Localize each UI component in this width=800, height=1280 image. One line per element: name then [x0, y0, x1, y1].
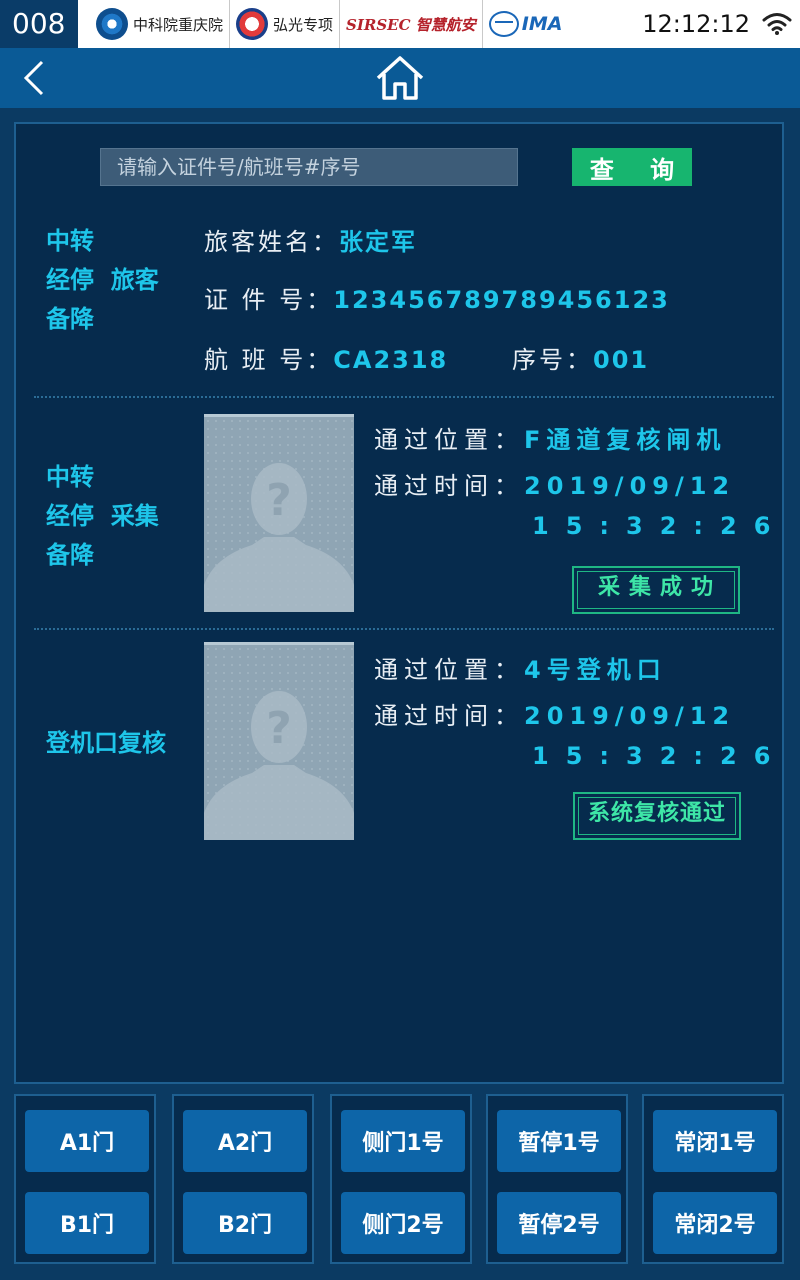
gate-time: 15:32:26	[532, 742, 788, 770]
svg-text:?: ?	[266, 475, 292, 526]
capture-time: 15:32:26	[532, 512, 788, 540]
capture-photo: ?	[204, 414, 354, 612]
query-button[interactable]: 查 询	[572, 148, 692, 186]
sirsec-logo: SIRSEC 智慧航安	[340, 0, 483, 48]
id-number-label: 证 件 号：	[204, 286, 334, 314]
gate-button-group: 暂停1号 暂停2号	[486, 1094, 628, 1264]
capture-location: F通道复核闸机	[524, 426, 727, 454]
capture-location-row: 通过位置：F通道复核闸机	[374, 420, 726, 455]
gate-location-row: 通过位置：4号登机口	[374, 650, 667, 685]
partner-logos: 中科院重庆院 弘光专项 SIRSEC 智慧航安 IMA	[90, 0, 568, 48]
ima-logo: IMA	[483, 0, 569, 48]
home-icon[interactable]	[374, 54, 426, 102]
search-input[interactable]	[100, 148, 518, 186]
seq-number: 001	[593, 346, 650, 374]
gate-button-group: A1门 B1门	[14, 1094, 156, 1264]
divider	[34, 628, 774, 630]
honggguang-logo: 弘光专项	[230, 0, 341, 48]
gate-a1-button[interactable]: A1门	[25, 1110, 149, 1172]
gate-button-group: 侧门1号 侧门2号	[330, 1094, 472, 1264]
gate-a2-button[interactable]: A2门	[183, 1110, 307, 1172]
seq-row: 序号：001	[512, 340, 649, 375]
gate-time-label: 通过时间：	[374, 702, 524, 730]
gate-time-row: 通过时间：2019/09/12	[374, 696, 735, 731]
gate-status-badge: 系统复核通过	[573, 792, 741, 840]
clock: 12:12:12	[642, 10, 750, 38]
cas-emblem-icon	[96, 8, 128, 40]
id-number-row: 证 件 号：123456789789456123	[204, 280, 670, 315]
back-icon[interactable]	[18, 60, 54, 96]
nav-bar	[0, 48, 800, 108]
pause-1-button[interactable]: 暂停1号	[497, 1110, 621, 1172]
gate-location-label: 通过位置：	[374, 656, 524, 684]
cas-logo: 中科院重庆院	[90, 0, 231, 48]
capture-location-label: 通过位置：	[374, 426, 524, 454]
seq-label: 序号：	[512, 346, 593, 374]
person-placeholder-icon: ?	[204, 691, 354, 840]
capture-time-label: 通过时间：	[374, 472, 524, 500]
honggguang-emblem-icon	[236, 8, 269, 40]
svg-text:?: ?	[266, 703, 292, 754]
passenger-name-label: 旅客姓名：	[204, 228, 339, 256]
gate-button-group: 常闭1号 常闭2号	[642, 1094, 784, 1264]
device-id: 008	[0, 0, 78, 48]
gate-b2-button[interactable]: B2门	[183, 1192, 307, 1254]
gate-check-section-label: 登机口复核	[46, 729, 166, 757]
capture-status-badge: 采集成功	[572, 566, 740, 614]
pause-2-button[interactable]: 暂停2号	[497, 1192, 621, 1254]
side-gate-1-button[interactable]: 侧门1号	[341, 1110, 465, 1172]
flight-row: 航 班 号：CA2318	[204, 340, 448, 375]
flight-number: CA2318	[333, 346, 449, 374]
flight-label: 航 班 号：	[204, 346, 334, 374]
main-panel: 查 询 中转 经停 旅客 备降 旅客姓名：张定军 证 件 号：123456789…	[14, 122, 784, 1084]
gate-location: 4号登机口	[524, 656, 667, 684]
gate-b1-button[interactable]: B1门	[25, 1192, 149, 1254]
gate-button-group: A2门 B2门	[172, 1094, 314, 1264]
wifi-icon	[762, 13, 792, 35]
passenger-name: 张定军	[339, 228, 417, 256]
gate-check-photo: ?	[204, 642, 354, 840]
gate-control-bar: A1门 B1门 A2门 B2门 侧门1号 侧门2号 暂停1号 暂停2号 常闭1号…	[14, 1094, 786, 1264]
normally-closed-1-button[interactable]: 常闭1号	[653, 1110, 777, 1172]
capture-section-label: 中转 经停 采集 备降	[46, 463, 159, 569]
status-bar: 008 中科院重庆院 弘光专项 SIRSEC 智慧航安 IMA 12:12:12	[0, 0, 800, 48]
capture-time-row: 通过时间：2019/09/12	[374, 466, 735, 501]
id-number: 123456789789456123	[333, 286, 670, 314]
normally-closed-2-button[interactable]: 常闭2号	[653, 1192, 777, 1254]
passenger-section-label: 中转 经停 旅客 备降	[46, 227, 159, 333]
gate-date: 2019/09/12	[524, 702, 736, 730]
ima-emblem-icon	[488, 11, 519, 37]
divider	[34, 396, 774, 398]
side-gate-2-button[interactable]: 侧门2号	[341, 1192, 465, 1254]
person-placeholder-icon: ?	[204, 463, 354, 612]
passenger-name-row: 旅客姓名：张定军	[204, 222, 417, 257]
capture-date: 2019/09/12	[524, 472, 736, 500]
